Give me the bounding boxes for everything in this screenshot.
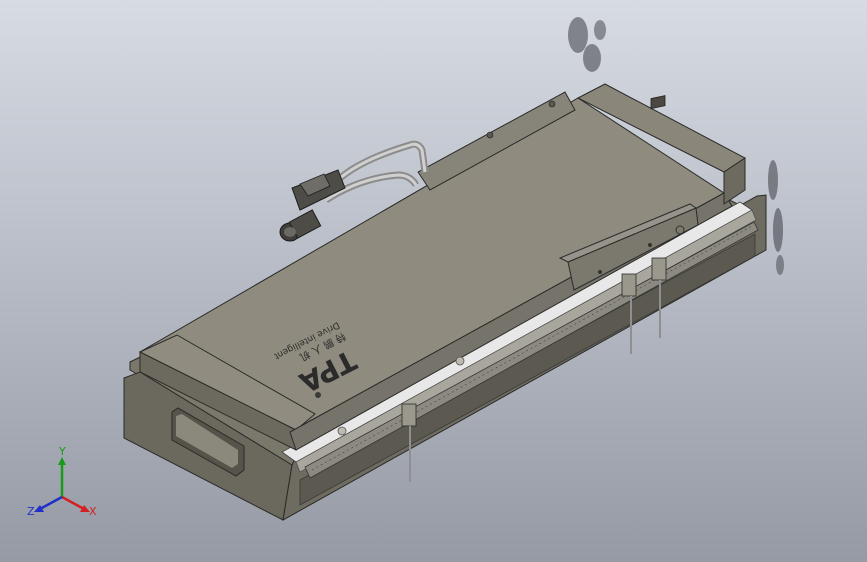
y-axis-label: Y [58, 445, 66, 458]
z-axis-label: Z [27, 505, 35, 518]
carriage-connector [650, 95, 666, 110]
cad-viewport[interactable]: TPA 特 鹏 人 机 Drive intelligent Y X Z [0, 0, 867, 562]
sensor-bracket [621, 273, 637, 297]
round-connector [279, 209, 322, 242]
x-axis-label: X [89, 505, 97, 518]
sensor-bracket [651, 257, 667, 281]
coordinate-triad: Y X Z [27, 445, 97, 518]
sensor-bracket [401, 403, 417, 427]
